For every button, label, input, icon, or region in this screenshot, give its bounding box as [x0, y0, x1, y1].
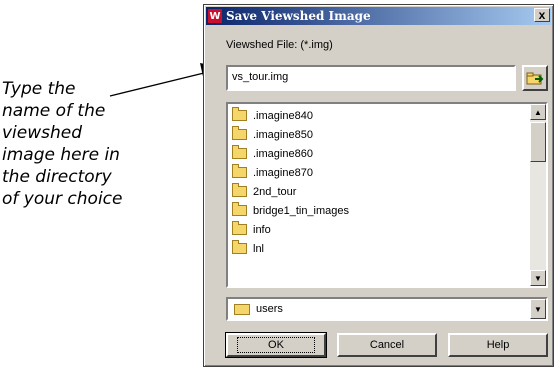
folder-icon — [232, 126, 247, 140]
folder-icon — [232, 221, 247, 235]
annotation-line: viewshed — [2, 123, 83, 143]
folder-icon — [232, 107, 247, 121]
list-item[interactable]: .imagine870 — [230, 163, 528, 182]
close-button[interactable]: x — [534, 8, 550, 22]
filename-input[interactable]: vs_tour.img — [226, 65, 516, 91]
ok-button-label: OK — [237, 337, 315, 353]
file-type-label: Viewshed File: (*.img) — [226, 39, 333, 51]
file-list[interactable]: .imagine840 .imagine850 .imagine860 .ima… — [226, 102, 548, 288]
annotation-line: name of the — [2, 101, 106, 121]
list-item[interactable]: info — [230, 220, 528, 239]
list-item[interactable]: .imagine850 — [230, 125, 528, 144]
list-item-label: bridge1_tin_images — [253, 204, 350, 217]
annotation-line: Type the — [2, 79, 76, 99]
folder-icon — [232, 240, 247, 254]
list-item-label: lnl — [253, 242, 265, 255]
list-item-label: .imagine870 — [253, 166, 313, 179]
drive-folder-icon — [234, 303, 250, 315]
scroll-thumb[interactable] — [530, 122, 546, 162]
app-icon: W — [208, 9, 222, 23]
browse-button[interactable] — [522, 65, 548, 91]
folder-icon — [232, 145, 247, 159]
folder-icon — [232, 202, 247, 216]
list-item[interactable]: lnl — [230, 239, 528, 258]
directory-value: users — [256, 303, 283, 315]
annotation-callout: Type the name of the viewshed image here… — [2, 78, 192, 210]
list-item[interactable]: 2nd_tour — [230, 182, 528, 201]
folder-browse-icon — [526, 72, 544, 85]
folder-icon — [232, 183, 247, 197]
annotation-line: image here in — [2, 145, 120, 165]
list-item-label: info — [253, 223, 271, 236]
scroll-down-button[interactable]: ▼ — [530, 270, 546, 286]
annotation-line: of your choice — [2, 189, 123, 209]
annotation-line: the directory — [2, 167, 112, 187]
list-item[interactable]: bridge1_tin_images — [230, 201, 528, 220]
folder-icon — [232, 164, 247, 178]
list-item[interactable]: .imagine860 — [230, 144, 528, 163]
scroll-up-button[interactable]: ▲ — [530, 104, 546, 120]
list-item-label: 2nd_tour — [253, 185, 297, 198]
dialog-title: Save Viewshed Image — [226, 9, 371, 23]
list-item-label: .imagine860 — [253, 147, 313, 160]
list-item[interactable]: .imagine840 — [230, 106, 528, 125]
save-viewshed-dialog: W Save Viewshed Image x Viewshed File: (… — [203, 4, 554, 367]
list-item-label: .imagine840 — [253, 109, 313, 122]
title-bar[interactable]: W Save Viewshed Image x — [206, 7, 551, 25]
help-button[interactable]: Help — [448, 333, 548, 357]
directory-dropdown[interactable]: users ▼ — [226, 297, 548, 321]
file-list-scrollbar[interactable]: ▲ ▼ — [530, 104, 546, 286]
ok-button[interactable]: OK — [225, 332, 327, 358]
list-item-label: .imagine850 — [253, 128, 313, 141]
dropdown-arrow-icon[interactable]: ▼ — [530, 299, 546, 319]
cancel-button[interactable]: Cancel — [337, 333, 437, 357]
